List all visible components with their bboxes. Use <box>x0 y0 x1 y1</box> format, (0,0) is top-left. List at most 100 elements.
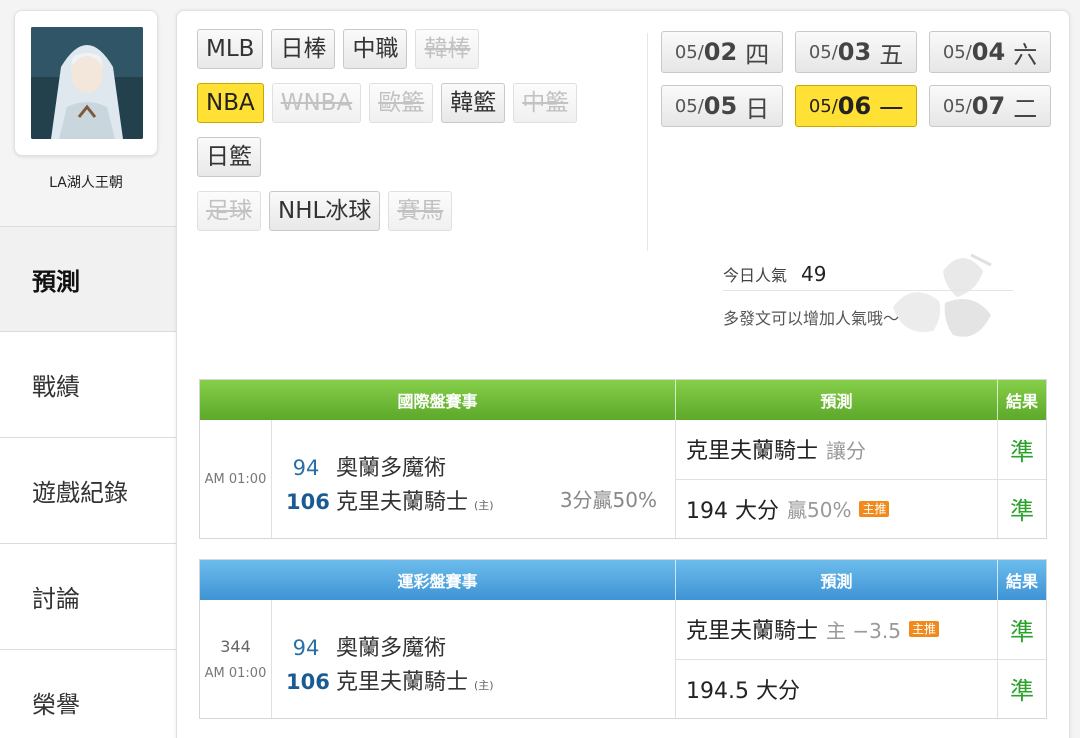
league-korean-basketball-button[interactable]: 韓籃 <box>441 83 506 123</box>
date-button-selected[interactable]: 05/06 一 <box>795 85 917 127</box>
league-mlb-button[interactable]: MLB <box>197 29 264 69</box>
league-nhl-button[interactable]: NHL冰球 <box>269 191 381 231</box>
date-button[interactable]: 05/02 四 <box>661 31 783 73</box>
header-event: 運彩盤賽事 <box>200 560 676 600</box>
header-result: 結果 <box>1005 572 1038 591</box>
date-day: 05 <box>703 92 738 120</box>
prediction-main: 194.5 大分 <box>686 678 800 704</box>
away-team: 94 奧蘭多魔術 <box>286 450 446 482</box>
home-score: 106 <box>286 490 330 514</box>
prediction-row: 194 大分 贏50% 主推 <box>676 478 997 539</box>
prediction-row: 194.5 大分 <box>676 658 997 719</box>
game-time: AM 01:00 <box>204 471 267 487</box>
prediction-cell: 克里夫蘭騎士 主 −3.5 主推 194.5 大分 <box>676 600 998 718</box>
header-prediction: 預測 <box>676 380 998 420</box>
international-odds-table: 國際盤賽事 預測 結果 AM 01:00 94 奧蘭多魔術 106 克里夫蘭騎士… <box>199 379 1047 539</box>
result-correct: 準 <box>1010 437 1034 466</box>
home-tag: (主) <box>474 679 494 692</box>
popularity-hint: 多發文可以增加人氣哦～ <box>723 309 900 328</box>
table-row: 344 AM 01:00 94 奧蘭多魔術 106 克里夫蘭騎士 (主) 克里夫… <box>200 600 1046 718</box>
sidebar-nav: 預測 戰績 遊戲紀錄 討論 榮譽 <box>0 226 178 738</box>
teams-cell: 94 奧蘭多魔術 106 克里夫蘭騎士 (主) 3分贏50% <box>272 420 676 538</box>
league-row: 足球 NHL冰球 賽馬 <box>197 191 627 231</box>
prediction-main: 克里夫蘭騎士 <box>686 619 819 645</box>
prediction-row: 克里夫蘭騎士 讓分 <box>676 420 997 479</box>
date-month: 05/ <box>674 41 704 63</box>
game-time-cell: AM 01:00 <box>200 420 272 538</box>
away-team-name[interactable]: 奧蘭多魔術 <box>336 450 446 482</box>
game-time: AM 01:00 <box>204 666 267 681</box>
league-row: 日籃 <box>197 137 627 177</box>
date-weekday: 六 <box>1013 40 1038 69</box>
nav-item-discussion[interactable]: 討論 <box>0 544 178 650</box>
avatar[interactable] <box>31 27 143 139</box>
date-weekday: 日 <box>745 94 770 123</box>
league-chinese-basketball-button: 中籃 <box>513 83 578 123</box>
date-button[interactable]: 05/07 二 <box>929 85 1051 127</box>
nav-item-record[interactable]: 戰績 <box>0 332 178 438</box>
home-team: 106 克里夫蘭騎士 (主) <box>286 664 494 696</box>
date-month: 05/ <box>808 95 838 117</box>
date-day: 04 <box>971 38 1006 66</box>
date-weekday: 一 <box>879 94 904 123</box>
date-picker: 05/02 四 05/03 五 05/04 六 05/05 日 05/06 一 05/07… <box>661 31 1061 127</box>
home-team-name[interactable]: 克里夫蘭騎士 <box>336 664 468 696</box>
away-team: 94 奧蘭多魔術 <box>286 630 446 662</box>
game-number: 344 <box>220 637 251 656</box>
league-wnba-button: WNBA <box>271 83 362 123</box>
date-weekday: 四 <box>745 40 770 69</box>
league-npb-button[interactable]: 日棒 <box>271 29 336 69</box>
prediction-main: 194 大分 <box>686 498 779 524</box>
date-month: 05/ <box>808 41 838 63</box>
league-japan-basketball-button[interactable]: 日籃 <box>197 137 261 177</box>
top-pick-badge: 主推 <box>859 500 890 517</box>
league-row: MLB 日棒 中職 韓棒 <box>197 29 627 69</box>
prediction-row: 克里夫蘭騎士 主 −3.5 主推 <box>676 600 997 659</box>
home-tag: (主) <box>474 499 494 512</box>
away-score: 94 <box>292 636 320 660</box>
date-button[interactable]: 05/03 五 <box>795 31 917 73</box>
prediction-main: 克里夫蘭騎士 <box>686 439 819 465</box>
home-team: 106 克里夫蘭騎士 (主) <box>286 484 494 516</box>
result-cell: 準 準 <box>998 600 1046 718</box>
table-header: 運彩盤賽事 預測 結果 <box>200 560 1046 600</box>
league-cpbl-button[interactable]: 中職 <box>343 29 408 69</box>
league-euro-basketball-button: 歐籃 <box>369 83 434 123</box>
league-filter: MLB 日棒 中職 韓棒 NBA WNBA 歐籃 韓籃 中籃 日籃 足球 NHL… <box>197 29 627 245</box>
main-panel: MLB 日棒 中職 韓棒 NBA WNBA 歐籃 韓籃 中籃 日籃 足球 NHL… <box>176 10 1070 738</box>
header-result: 結果 <box>1005 392 1038 411</box>
date-button[interactable]: 05/05 日 <box>661 85 783 127</box>
date-month: 05/ <box>942 95 972 117</box>
nav-item-prediction[interactable]: 預測 <box>0 226 178 332</box>
date-weekday: 二 <box>1013 94 1038 123</box>
game-time-cell: 344 AM 01:00 <box>200 600 272 718</box>
username: LA湖人王朝 <box>49 175 123 191</box>
nav-item-game-history[interactable]: 遊戲紀錄 <box>0 438 178 544</box>
handicap-result: 3分贏50% <box>559 488 657 512</box>
date-day: 07 <box>971 92 1006 120</box>
league-soccer-button: 足球 <box>197 191 261 231</box>
result-correct: 準 <box>998 478 1046 539</box>
home-team-name[interactable]: 克里夫蘭騎士 <box>336 484 468 516</box>
result-cell: 準 準 <box>998 420 1046 538</box>
popularity-value: 49 <box>801 261 827 286</box>
league-horse-racing-button: 賽馬 <box>388 191 453 231</box>
league-kbo-button: 韓棒 <box>415 29 480 69</box>
prediction-sub: 讓分 <box>826 438 867 463</box>
header-prediction: 預測 <box>676 560 998 600</box>
table-header: 國際盤賽事 預測 結果 <box>200 380 1046 420</box>
header-event: 國際盤賽事 <box>200 380 676 420</box>
nav-item-honor[interactable]: 榮譽 <box>0 650 178 738</box>
date-button[interactable]: 05/04 六 <box>929 31 1051 73</box>
sidebar: LA湖人王朝 預測 戰績 遊戲紀錄 討論 榮譽 <box>0 0 178 738</box>
result-correct: 準 <box>998 658 1046 719</box>
sports-lottery-table: 運彩盤賽事 預測 結果 344 AM 01:00 94 奧蘭多魔術 106 克里… <box>199 559 1047 719</box>
result-correct: 準 <box>1010 617 1034 646</box>
league-nba-button[interactable]: NBA <box>197 83 264 123</box>
league-row: NBA WNBA 歐籃 韓籃 中籃 <box>197 83 627 123</box>
popularity-line: 今日人氣 49 <box>723 261 1013 291</box>
away-team-name[interactable]: 奧蘭多魔術 <box>336 630 446 662</box>
date-month: 05/ <box>674 95 704 117</box>
away-score: 94 <box>292 456 320 480</box>
popularity-box: 今日人氣 49 多發文可以增加人氣哦～ <box>723 261 1013 329</box>
